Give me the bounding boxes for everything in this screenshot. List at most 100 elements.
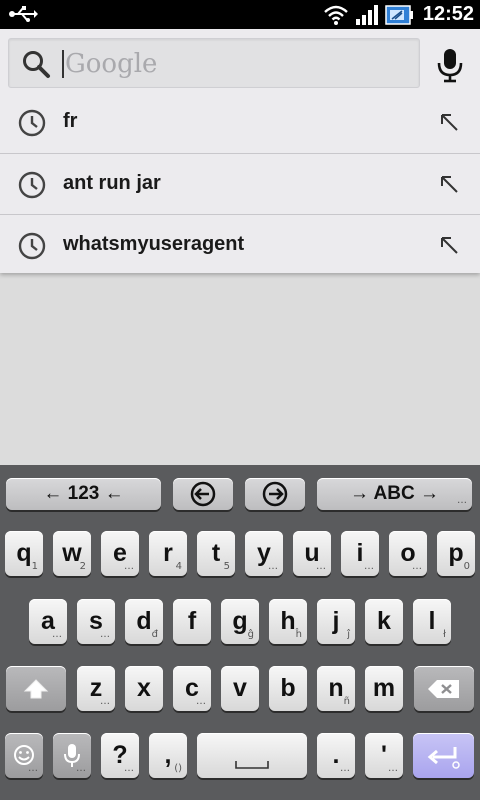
key-w[interactable]: w2 — [53, 531, 91, 576]
key-alt-hint: … — [100, 696, 110, 707]
fill-query-arrow-icon[interactable] — [438, 234, 460, 256]
key-s[interactable]: s… — [77, 599, 115, 644]
key-period[interactable]: .… — [317, 733, 355, 778]
key-alt-hint: … — [52, 629, 62, 640]
key-label: g — [232, 607, 248, 635]
key-n[interactable]: nñ — [317, 666, 355, 711]
key-comma[interactable]: ,() — [149, 733, 187, 778]
key-alt-hint: … — [388, 763, 398, 774]
key-x[interactable]: x — [125, 666, 163, 711]
key-h[interactable]: hĥ — [269, 599, 307, 644]
key-label: q — [16, 539, 32, 567]
key-alt-hint: … — [100, 629, 110, 640]
space-bar[interactable] — [197, 733, 307, 778]
key-p[interactable]: p0 — [437, 531, 475, 576]
key-alt-hint: ĵ — [347, 629, 350, 640]
key-label: p — [448, 539, 464, 567]
key-label: x — [137, 674, 151, 702]
key-alt-hint: … — [268, 561, 278, 572]
key-alt-hint: … — [364, 561, 374, 572]
suggestion-item[interactable]: whatsmyuseragent — [0, 214, 480, 275]
key-alt-hint: ł — [443, 629, 446, 640]
fill-query-arrow-icon[interactable] — [438, 111, 460, 133]
search-icon — [23, 51, 50, 78]
key-question-mark[interactable]: ?… — [101, 733, 139, 778]
enter-arrow-icon — [427, 746, 460, 769]
numbers-mode-key[interactable]: ← 123 ← — [6, 478, 161, 510]
key-label: l — [428, 607, 436, 635]
backspace-key[interactable] — [414, 666, 474, 711]
key-label: d — [136, 607, 152, 635]
battery-icon — [385, 4, 413, 25]
key-t[interactable]: t5 — [197, 531, 235, 576]
key-z[interactable]: z… — [77, 666, 115, 711]
key-label: f — [187, 607, 197, 635]
cursor-left-key[interactable] — [173, 478, 233, 510]
circle-right-arrow-icon — [262, 481, 288, 507]
voice-input-key[interactable]: … — [53, 733, 91, 778]
key-alt-hint: 4 — [175, 561, 182, 572]
key-m[interactable]: m — [365, 666, 403, 711]
key-e[interactable]: e… — [101, 531, 139, 576]
space-icon — [235, 760, 269, 769]
key-a[interactable]: a… — [29, 599, 67, 644]
search-panel: fr ant run jar whatsmyuseragent — [0, 29, 480, 273]
key-o[interactable]: o… — [389, 531, 427, 576]
abc-mode-key[interactable]: → ABC → … — [317, 478, 472, 510]
fill-query-arrow-icon[interactable] — [438, 173, 460, 195]
signal-icon — [355, 4, 378, 25]
suggestion-list: fr ant run jar whatsmyuseragent — [0, 92, 480, 275]
key-alt-hint: () — [174, 763, 182, 774]
emoji-key[interactable]: … — [5, 733, 43, 778]
voice-search-mic-icon[interactable] — [428, 43, 472, 87]
key-d[interactable]: dđ — [125, 599, 163, 644]
key-j[interactable]: jĵ — [317, 599, 355, 644]
key-alt-hint: ĥ — [295, 629, 302, 640]
key-alt-hint: 0 — [463, 561, 470, 572]
key-alt-hint: … — [124, 561, 134, 572]
key-u[interactable]: u… — [293, 531, 331, 576]
key-label: k — [377, 607, 391, 635]
abc-mode-label: → ABC → — [349, 483, 440, 504]
history-clock-icon — [18, 232, 46, 260]
key-alt-hint: 1 — [31, 561, 38, 572]
key-b[interactable]: b — [269, 666, 307, 711]
search-box[interactable] — [8, 38, 420, 88]
cursor-right-key[interactable] — [245, 478, 305, 510]
key-l[interactable]: lł — [413, 599, 451, 644]
key-q[interactable]: q1 — [5, 531, 43, 576]
key-i[interactable]: i… — [341, 531, 379, 576]
circle-left-arrow-icon — [190, 481, 216, 507]
key-alt-hint: đ — [151, 629, 158, 640]
shift-key[interactable] — [6, 666, 66, 711]
key-label: j — [332, 607, 340, 635]
suggestion-text: whatsmyuseragent — [63, 233, 245, 255]
key-alt-hint: ĝ — [247, 629, 254, 640]
key-v[interactable]: v — [221, 666, 259, 711]
key-f[interactable]: f — [173, 599, 211, 644]
history-clock-icon — [18, 171, 46, 199]
history-clock-icon — [18, 109, 46, 137]
key-alt-hint: … — [340, 763, 350, 774]
search-input[interactable] — [65, 46, 405, 82]
key-g[interactable]: gĝ — [221, 599, 259, 644]
key-label: n — [328, 674, 344, 702]
key-label: , — [164, 741, 172, 769]
key-label: ' — [381, 741, 387, 769]
key-apostrophe[interactable]: '… — [365, 733, 403, 778]
usb-icon — [9, 6, 38, 22]
key-c[interactable]: c… — [173, 666, 211, 711]
key-label: r — [163, 539, 173, 567]
key-label: . — [332, 741, 340, 769]
key-y[interactable]: y… — [245, 531, 283, 576]
key-label: v — [233, 674, 247, 702]
enter-key[interactable] — [413, 733, 474, 778]
suggestion-item[interactable]: ant run jar — [0, 153, 480, 214]
backspace-icon — [428, 679, 459, 698]
key-k[interactable]: k — [365, 599, 403, 644]
shift-arrow-icon — [23, 678, 49, 698]
suggestion-item[interactable]: fr — [0, 92, 480, 153]
key-alt-hint: 5 — [223, 561, 230, 572]
key-alt-hint: … — [196, 696, 206, 707]
key-r[interactable]: r4 — [149, 531, 187, 576]
